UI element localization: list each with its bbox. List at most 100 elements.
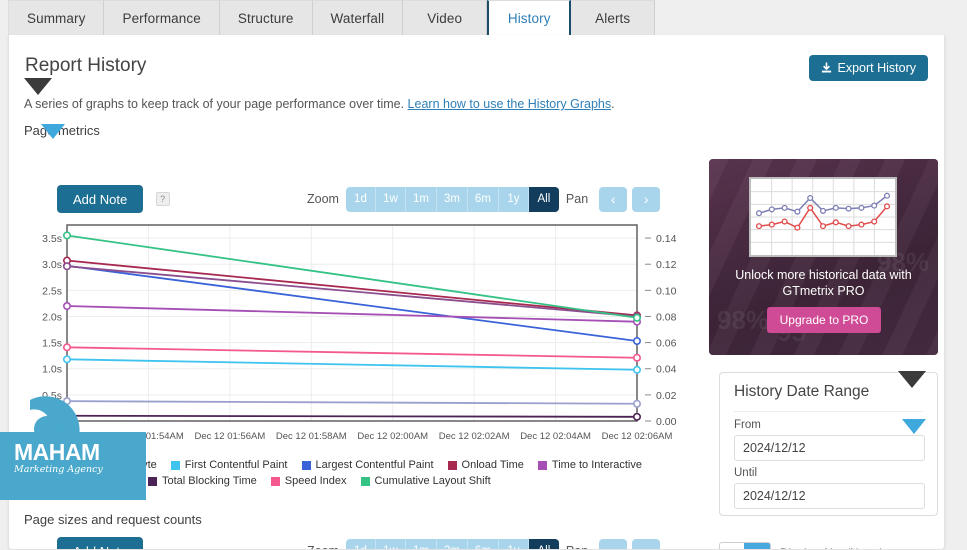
promo-mini-chart-svg [751,179,895,255]
gtmetrix-pro-promo[interactable]: 98% 95 98% Unlock more historical data w… [709,159,938,355]
zoom-1m-button-2[interactable]: 1m [405,538,437,549]
tab-history[interactable]: History [487,0,572,36]
pan-label-1: Pan [565,192,589,206]
zoom-controls-1: Zoom 1d 1w 1m 3m 6m 1y All Pan ‹ › [307,185,661,213]
svg-text:0.12: 0.12 [656,259,677,271]
pan-next-button-2[interactable]: › [632,538,661,549]
legend-swatch-icon [537,460,547,470]
zoom-All-button-1[interactable]: All [528,186,559,212]
zoom-button-group-2: 1d1w1m3m6m1yAll [345,538,559,549]
svg-text:2.5s: 2.5s [42,285,62,297]
tab-label: Waterfall [330,11,385,26]
tab-list: Summary Performance Structure Waterfall Vide… [8,0,656,36]
cursor-triangle-dark-2 [898,371,926,388]
zoom-3m-button-2[interactable]: 3m [436,538,468,549]
help-icon-1[interactable]: ? [155,192,170,207]
tab-waterfall[interactable]: Waterfall [312,0,404,36]
legend-item[interactable]: Cumulative Layout Shift [360,475,491,487]
zoom-1w-button-1[interactable]: 1w [375,186,406,212]
svg-text:0.08: 0.08 [656,311,677,323]
zoom-All-button-2[interactable]: All [528,538,559,549]
export-history-label: Export History [837,61,917,75]
legend-item[interactable]: Time to Interactive [537,459,642,471]
pan-label-2: Pan [566,544,588,549]
until-date-input[interactable] [734,483,925,509]
pan-prev-button-1[interactable]: ‹ [599,186,628,212]
tab-label: Summary [27,11,86,26]
promo-text: Unlock more historical data with GTmetri… [709,267,938,299]
svg-text:Dec 12 01:56AM: Dec 12 01:56AM [194,431,265,442]
add-note-button-2[interactable]: Add Note [57,537,144,549]
until-label: Until [734,467,758,479]
legend-label: Speed Index [284,475,347,487]
promo-mini-chart [749,177,897,257]
tab-label: Performance [122,11,201,26]
legend-item[interactable]: Fully Loaded [57,475,134,487]
export-history-button[interactable]: Export History [808,55,928,81]
legend-item[interactable]: Time to First Byte [57,459,157,471]
tab-video[interactable]: Video [403,0,488,36]
history-card: Report History Export History A series o… [8,35,945,550]
legend-item[interactable]: Total Blocking Time [148,475,257,487]
cursor-triangle-dark-1 [24,78,52,95]
page-metrics-toolbar: Add Note ? [57,185,170,213]
svg-text:0.00: 0.00 [656,416,677,428]
zoom-label-2: Zoom [307,544,339,549]
zoom-6m-button-2[interactable]: 6m [467,538,499,549]
display-alert-note-icons-toggle[interactable]: ON [719,542,771,549]
page-title: Report History [25,55,147,76]
legend-swatch-icon [301,460,311,470]
svg-text:Dec 12 01:52AM: Dec 12 01:52AM [32,431,103,442]
legend-swatch-icon [57,460,66,470]
svg-text:3.5s: 3.5s [42,233,62,245]
tab-summary[interactable]: Summary [8,0,105,36]
from-label: From [734,419,761,431]
pan-next-button-1[interactable]: › [632,186,661,212]
history-graphs-help-link[interactable]: Learn how to use the History Graphs [408,97,612,111]
svg-text:Dec 12 01:54AM: Dec 12 01:54AM [113,431,184,442]
legend-label: First Contentful Paint [184,459,288,471]
zoom-3m-button-1[interactable]: 3m [436,186,468,212]
zoom-1d-button-1[interactable]: 1d [345,186,376,212]
svg-text:1.0s: 1.0s [42,364,62,376]
svg-text:3.0s: 3.0s [42,259,62,271]
zoom-1d-button-2[interactable]: 1d [345,538,376,549]
tab-structure[interactable]: Structure [219,0,313,36]
tab-label: Video [427,11,463,26]
svg-text:1.5s: 1.5s [42,338,62,350]
zoom-1y-button-2[interactable]: 1y [498,538,529,549]
svg-text:Dec 12 02:06AM: Dec 12 02:06AM [602,431,673,442]
tab-bar: Summary Performance Structure Waterfall Vide… [0,0,967,36]
svg-text:0.14: 0.14 [656,233,677,245]
svg-text:0.10: 0.10 [656,285,677,297]
tab-alerts[interactable]: Alerts [571,0,656,36]
legend-swatch-icon [447,460,457,470]
tab-label: Alerts [595,11,631,26]
add-note-button-1[interactable]: Add Note [57,185,144,213]
legend-swatch-icon [270,476,280,486]
subtitle-text: A series of graphs to keep track of your… [24,97,405,111]
history-date-range-title: History Date Range [734,383,870,400]
pan-button-group-2: ‹ › [599,538,661,549]
page-metrics-chart[interactable]: 0.5s 1.0s 1.5s 2.0s 2.5s 3.0s 3.5s 0.00 0.02 0.04… [25,215,685,455]
zoom-6m-button-1[interactable]: 6m [467,186,499,212]
legend-label: Largest Contentful Paint [315,459,434,471]
legend-item[interactable]: Speed Index [270,475,347,487]
upgrade-to-pro-button[interactable]: Upgrade to PRO [767,307,881,333]
zoom-button-group-1: 1d 1w 1m 3m 6m 1y All [345,186,559,212]
legend-swatch-icon [148,476,157,486]
svg-text:Dec 12 02:02AM: Dec 12 02:02AM [439,431,510,442]
zoom-1y-button-1[interactable]: 1y [498,186,529,212]
legend-item[interactable]: Onload Time [447,459,524,471]
zoom-1w-button-2[interactable]: 1w [375,538,406,549]
zoom-1m-button-1[interactable]: 1m [405,186,437,212]
pan-prev-button-2[interactable]: ‹ [599,538,628,549]
svg-text:Dec 12 02:04AM: Dec 12 02:04AM [520,431,591,442]
legend-item[interactable]: Largest Contentful Paint [301,459,434,471]
from-date-input[interactable] [734,435,925,461]
legend-item[interactable]: First Contentful Paint [170,459,288,471]
svg-text:0.02: 0.02 [656,390,677,402]
tab-performance[interactable]: Performance [104,0,220,36]
report-history-page: Summary Performance Structure Waterfall Vide… [0,0,967,550]
history-date-range-panel: History Date Range From Until [719,372,938,516]
